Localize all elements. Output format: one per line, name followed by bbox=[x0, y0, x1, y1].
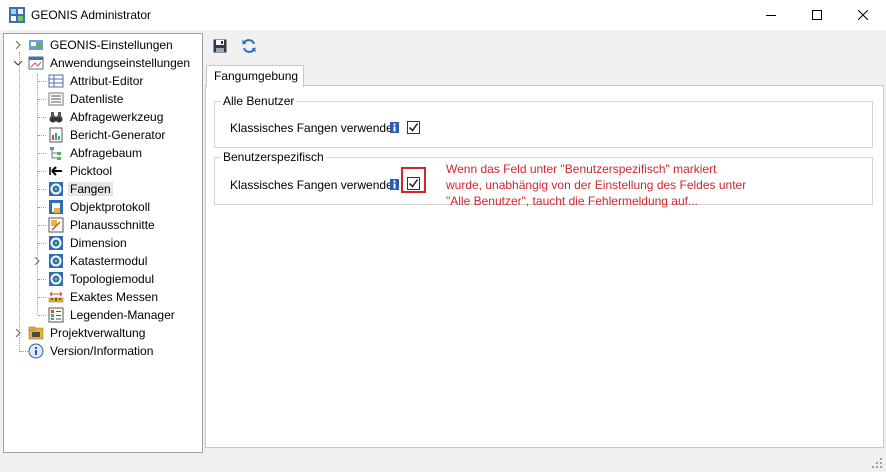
resize-grip-icon[interactable] bbox=[871, 457, 883, 469]
tree-item-bericht-generator[interactable]: Bericht-Generator bbox=[4, 126, 200, 144]
group-title: Benutzerspezifisch bbox=[221, 150, 326, 164]
tree-item-label: Objektprotokoll bbox=[70, 200, 151, 214]
tree-item-dimension[interactable]: Dimension bbox=[4, 234, 200, 252]
tab-label: Fangumgebung bbox=[214, 69, 299, 83]
tree-item-topologiemodul[interactable]: Topologiemodul bbox=[4, 270, 200, 288]
tree-item-version-information[interactable]: Version/Information bbox=[4, 342, 200, 360]
window-title: GEONIS Administrator bbox=[31, 8, 152, 22]
tree-item-label: Projektverwaltung bbox=[50, 326, 146, 340]
tree-item-label: Datenliste bbox=[70, 92, 124, 106]
tree-item-projektverwaltung[interactable]: Projektverwaltung bbox=[4, 324, 200, 342]
snap-icon bbox=[49, 236, 63, 250]
annotation-line: "Alle Benutzer", taucht die Fehlermeldun… bbox=[446, 194, 698, 208]
annotation-text: Wenn das Feld unter "Benutzerspezifisch"… bbox=[446, 161, 776, 209]
tree-item-label: Planausschnitte bbox=[70, 218, 155, 232]
group-title: Alle Benutzer bbox=[221, 94, 297, 108]
info-icon[interactable] bbox=[390, 179, 399, 190]
tree-item-label: Katastermodul bbox=[70, 254, 148, 268]
close-icon bbox=[858, 10, 868, 20]
klassisches-fangen-label: Klassisches Fangen verwenden bbox=[230, 178, 400, 192]
tree-item-legenden-manager[interactable]: Legenden-Manager bbox=[4, 306, 200, 324]
snap-icon bbox=[49, 182, 63, 196]
list-icon bbox=[48, 92, 64, 106]
annotation-line: wurde, unabhängig von der Einstellung de… bbox=[446, 178, 747, 192]
settings-tree[interactable]: GEONIS-Einstellungen Anwendungseinstellu… bbox=[3, 33, 203, 453]
close-button[interactable] bbox=[840, 0, 886, 30]
tree-item-fangen[interactable]: Fangen bbox=[4, 180, 200, 198]
refresh-button[interactable] bbox=[238, 36, 260, 56]
tree-item-picktool[interactable]: Picktool bbox=[4, 162, 200, 180]
selected-tree-label: Fangen bbox=[68, 182, 113, 196]
snap-icon bbox=[49, 272, 63, 286]
tree-item-label: Legenden-Manager bbox=[70, 308, 175, 322]
tree-item-label: Attribut-Editor bbox=[70, 74, 144, 88]
save-icon bbox=[213, 39, 227, 53]
tree-item-planausschnitte[interactable]: Planausschnitte bbox=[4, 216, 200, 234]
project-icon bbox=[28, 326, 44, 340]
tree-item-label: Abfragewerkzeug bbox=[70, 110, 164, 124]
chevron-down-icon[interactable] bbox=[14, 59, 22, 67]
tree-item-label: Version/Information bbox=[50, 344, 154, 358]
tree-item-abfragebaum[interactable]: Abfragebaum bbox=[4, 144, 200, 162]
object-log-icon bbox=[49, 200, 63, 214]
tree-item-abfragewerkzeug[interactable]: Abfragewerkzeug bbox=[4, 108, 200, 126]
tree-item-attribut-editor[interactable]: Attribut-Editor bbox=[4, 72, 200, 90]
tree-item-katastermodul[interactable]: Katastermodul bbox=[4, 252, 200, 270]
tree-item-label: Exaktes Messen bbox=[70, 290, 159, 304]
pick-arrow-icon bbox=[49, 166, 62, 176]
tree-item-label: Fangen bbox=[68, 180, 113, 198]
minimize-button[interactable] bbox=[748, 0, 794, 30]
tree-item-label: Abfragebaum bbox=[70, 146, 143, 160]
tree-item-label: GEONIS-Einstellungen bbox=[50, 38, 173, 52]
tree-item-label: Topologiemodul bbox=[70, 272, 155, 286]
tree-item-objektprotokoll[interactable]: Objektprotokoll bbox=[4, 198, 200, 216]
tree-item-exaktes-messen[interactable]: Exaktes Messen bbox=[4, 288, 200, 306]
highlight-annotation-box bbox=[401, 167, 426, 193]
tree-item-label: Bericht-Generator bbox=[70, 128, 166, 142]
query-tree-icon bbox=[50, 147, 61, 160]
measure-icon bbox=[48, 291, 64, 303]
tree-item-label: Anwendungseinstellungen bbox=[50, 56, 191, 70]
status-bar bbox=[0, 454, 886, 472]
legend-icon bbox=[48, 307, 64, 323]
snap-icon bbox=[49, 254, 63, 268]
maximize-button[interactable] bbox=[794, 0, 840, 30]
alle-benutzer-checkbox[interactable] bbox=[407, 121, 420, 134]
report-icon bbox=[49, 127, 63, 143]
minimize-icon bbox=[766, 15, 776, 16]
tree-item-anwendungseinstellungen[interactable]: Anwendungseinstellungen bbox=[4, 54, 200, 72]
tree-item-geonis-einstellungen[interactable]: GEONIS-Einstellungen bbox=[4, 36, 200, 54]
refresh-icon bbox=[242, 39, 256, 53]
chevron-right-icon[interactable] bbox=[14, 41, 22, 49]
maximize-icon bbox=[812, 10, 822, 20]
chevron-right-icon[interactable] bbox=[33, 257, 41, 265]
save-button[interactable] bbox=[209, 36, 231, 56]
tab-fangumgebung[interactable]: Fangumgebung bbox=[206, 65, 304, 87]
title-bar: GEONIS Administrator bbox=[0, 0, 886, 30]
tree-item-label: Picktool bbox=[70, 164, 113, 178]
globe-settings-icon bbox=[29, 40, 43, 50]
geonis-app-icon bbox=[9, 7, 25, 23]
annotation-line: Wenn das Feld unter "Benutzerspezifisch"… bbox=[446, 162, 717, 176]
app-settings-icon bbox=[28, 56, 44, 70]
tree-item-label: Dimension bbox=[70, 236, 127, 250]
info-icon[interactable] bbox=[390, 122, 399, 133]
binoculars-icon bbox=[49, 112, 63, 123]
chevron-right-icon[interactable] bbox=[14, 329, 22, 337]
plan-icon bbox=[48, 217, 64, 233]
checkmark-icon bbox=[409, 123, 419, 132]
klassisches-fangen-label: Klassisches Fangen verwenden bbox=[230, 121, 400, 135]
info-icon bbox=[28, 343, 44, 359]
tree-item-datenliste[interactable]: Datenliste bbox=[4, 90, 200, 108]
grid-icon bbox=[48, 74, 64, 88]
